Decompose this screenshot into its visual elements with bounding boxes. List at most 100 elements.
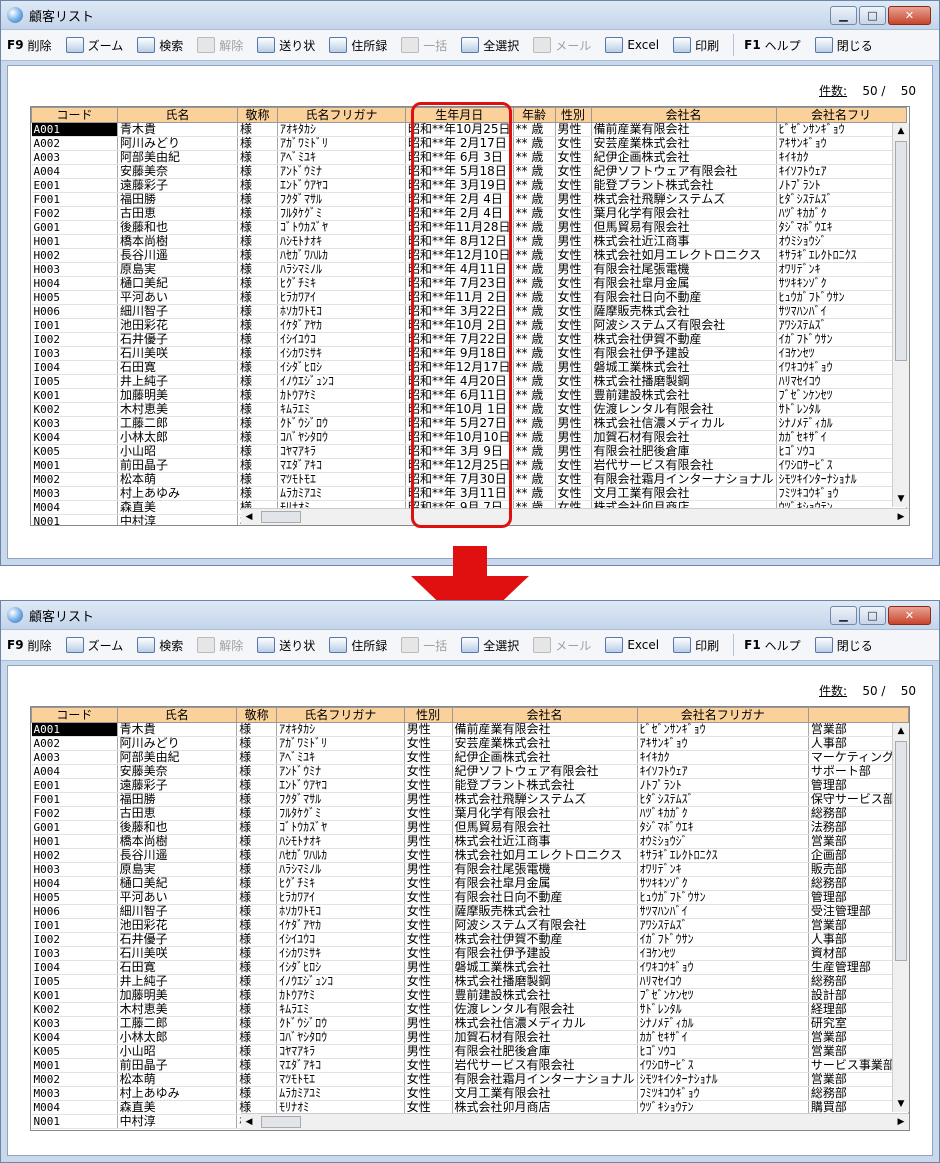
cell-company[interactable]: 豊前建設株式会社 [591,388,777,403]
table-row[interactable]: K002 木村恵美様ｷﾑﾗｴﾐ 女性 佐渡レンタル有限会社 ｻﾄﾞﾚﾝﾀﾙ 経理部 [31,1002,909,1017]
cell-kana[interactable]: ﾋｸﾞﾁﾐｷ [277,276,406,291]
cell-kana[interactable]: ｴﾝﾄﾞｳｱﾔｺ [277,178,406,193]
cell-company[interactable]: 株式会社如月エレクトロニクス [452,848,638,863]
cell-company_kana[interactable]: ﾊﾂﾞｷｶｶﾞｸ [776,206,907,221]
cell-gender[interactable]: 男性 [555,192,592,207]
vertical-scrollbar[interactable]: ▲ ▼ [892,723,909,1112]
cell-company_kana[interactable]: ｷｻﾗｷﾞｴﾚｸﾄﾛﾆｸｽ [776,248,907,263]
cell-code[interactable]: H005 [31,290,118,305]
cell-honorific[interactable]: 様 [237,472,278,487]
cell-honorific[interactable]: 様 [236,1086,278,1101]
cell-birth[interactable]: 昭和**年10月 1日 [405,402,514,417]
cell-name[interactable]: 福田勝 [117,792,238,807]
cell-honorific[interactable]: 様 [237,332,278,347]
table-row[interactable]: K004 小林太郎様ｺﾊﾞﾔｼﾀﾛｳ 男性 加賀石材有限会社 ｶｶﾞｾｷｻﾞｲ 営業部 [31,1030,909,1045]
cell-company[interactable]: 備前産業有限会社 [591,122,777,137]
horizontal-scrollbar[interactable]: ◀ ▶ [241,1113,909,1130]
cell-kana[interactable]: ﾌｸﾀﾞﾏｻﾙ [277,192,406,207]
cell-age[interactable]: ** 歳 [513,402,556,417]
cell-gender[interactable]: 男性 [404,960,453,975]
cell-birth[interactable]: 昭和**年10月10日 [405,430,514,445]
cell-birth[interactable]: 昭和**年 2月 4日 [405,192,514,207]
cell-code[interactable]: E001 [31,778,118,793]
cell-code[interactable]: H006 [31,904,118,919]
table-row[interactable]: F002 古田恵様ﾌﾙﾀｹｸﾞﾐ 昭和**年 2月 4日 ** 歳女性 葉月化学有限会社… [31,206,907,221]
cell-company_kana[interactable]: ﾋﾀﾞｼｽﾃﾑｽﾞ [637,792,809,807]
cell-kana[interactable]: ﾌﾙﾀｹｸﾞﾐ [277,206,406,221]
cell-gender[interactable]: 女性 [404,974,453,989]
cell-gender[interactable]: 男性 [404,834,453,849]
table-row[interactable]: I003 石川美咲様ｲｼｶﾜﾐｻｷ 昭和**年 9月18日 ** 歳女性 有限会社伊予建… [31,346,907,361]
cell-name[interactable]: 小山昭 [117,1044,238,1059]
cell-code[interactable]: H004 [31,876,118,891]
cell-company[interactable]: 能登プラント株式会社 [591,178,777,193]
cell-company[interactable]: 株式会社播磨製鋼 [591,374,777,389]
cell-company_kana[interactable]: ｼﾅﾉﾒﾃﾞｨｶﾙ [637,1016,809,1031]
cell-company_kana[interactable]: ｵﾜﾘﾃﾞﾝｷ [776,262,907,277]
cell-name[interactable]: 石田寛 [117,960,238,975]
cell-kana[interactable]: ﾊｼﾓﾄﾅｵｷ [276,834,405,849]
cell-name[interactable]: 細川智子 [117,304,238,319]
column-header[interactable]: コード [31,107,118,123]
cell-name[interactable]: 後藤和也 [117,220,238,235]
table-row[interactable]: I004 石田寛様ｲｼﾀﾞﾋﾛｼ 男性 磐城工業株式会社 ｲﾜｷｺｳｷﾞｮｳ 生産管理部 [31,960,909,975]
cell-name[interactable]: 阿部美由紀 [117,750,238,765]
cell-name[interactable]: 長谷川遥 [117,848,238,863]
cell-kana[interactable]: ｱｵｷﾀｶｼ [276,722,405,737]
cell-age[interactable]: ** 歳 [513,416,556,431]
scroll-down-icon[interactable]: ▼ [893,491,909,507]
table-row[interactable]: I003 石川美咲様ｲｼｶﾜﾐｻｷ 女性 有限会社伊予建設 ｲﾖｹﾝｾﾂ 資材部 [31,946,909,961]
column-header[interactable]: 敬称 [237,107,278,123]
cell-company[interactable]: 阿波システムズ有限会社 [591,318,777,333]
cell-gender[interactable]: 男性 [555,416,592,431]
cell-code[interactable]: M001 [31,458,118,473]
cell-company_kana[interactable]: ｲﾜｼﾛｻｰﾋﾞｽ [637,1058,809,1073]
cell-code[interactable]: I005 [31,974,118,989]
cell-age[interactable]: ** 歳 [513,444,556,459]
cell-kana[interactable]: ﾏﾂﾓﾄﾓｴ [276,1072,405,1087]
table-row[interactable]: E001 遠藤彩子様ｴﾝﾄﾞｳｱﾔｺ 昭和**年 3月19日 ** 歳女性 能登プラント… [31,178,907,193]
cell-honorific[interactable]: 様 [237,458,278,473]
cell-company_kana[interactable]: ﾊﾘﾏｾｲｺｳ [776,374,907,389]
minimize-button[interactable]: ▁ [830,5,857,25]
cell-gender[interactable]: 男性 [555,234,592,249]
cell-code[interactable]: K001 [31,988,118,1003]
cell-code[interactable]: H003 [31,862,118,877]
cell-name[interactable]: 中村淳 [117,1114,238,1129]
cell-code[interactable]: H002 [31,248,118,263]
customer-grid[interactable]: コード 氏名 敬称 氏名フリガナ 性別 会社名 会社名フリガナ A001 青木貴様ｱｵｷﾀｶｼ男… [30,706,910,1131]
cell-gender[interactable]: 男性 [404,1030,453,1045]
column-header[interactable]: 敬称 [236,707,278,723]
cell-honorific[interactable]: 様 [236,806,278,821]
cell-code[interactable]: I002 [31,932,118,947]
cell-code[interactable]: F002 [31,806,118,821]
cell-birth[interactable]: 昭和**年12月17日 [405,360,514,375]
cell-birth[interactable]: 昭和**年 3月22日 [405,304,514,319]
cell-birth[interactable]: 昭和**年 7月22日 [405,332,514,347]
cell-age[interactable]: ** 歳 [513,360,556,375]
cell-name[interactable]: 樋口美紀 [117,876,238,891]
cell-code[interactable]: H004 [31,276,118,291]
cell-company[interactable]: 有限会社霜月インターナショナル [591,472,777,487]
cell-name[interactable]: 前田晶子 [117,458,238,473]
cell-gender[interactable]: 女性 [555,402,592,417]
cell-birth[interactable]: 昭和**年10月25日 [405,122,514,137]
cell-gender[interactable]: 女性 [404,876,453,891]
cell-honorific[interactable]: 様 [236,904,278,919]
cell-gender[interactable]: 女性 [555,206,592,221]
hscroll-thumb[interactable] [261,1116,301,1128]
cell-kana[interactable]: ﾊｼﾓﾄﾅｵｷ [277,234,406,249]
cell-name[interactable]: 平河あい [117,890,238,905]
cell-kana[interactable]: ｺﾊﾞﾔｼﾀﾛｳ [277,430,406,445]
cell-company_kana[interactable]: ｲﾜｼﾛｻｰﾋﾞｽ [776,458,907,473]
cell-kana[interactable]: ｱｶﾞﾜﾐﾄﾞﾘ [277,136,406,151]
table-row[interactable]: K001 加藤明美様ｶﾄｳｱｹﾐ 女性 豊前建設株式会社 ﾌﾞｾﾞﾝｹﾝｾﾂ 設計部 [31,988,909,1003]
cell-name[interactable]: 加藤明美 [117,388,238,403]
cell-code[interactable]: N001 [31,1114,118,1129]
cell-birth[interactable]: 昭和**年 8月12日 [405,234,514,249]
cell-name[interactable]: 安藤美奈 [117,764,238,779]
cell-gender[interactable]: 女性 [555,486,592,501]
cell-name[interactable]: 工藤二郎 [117,1016,238,1031]
cell-gender[interactable]: 女性 [404,1086,453,1101]
cell-company[interactable]: 加賀石材有限会社 [452,1030,638,1045]
